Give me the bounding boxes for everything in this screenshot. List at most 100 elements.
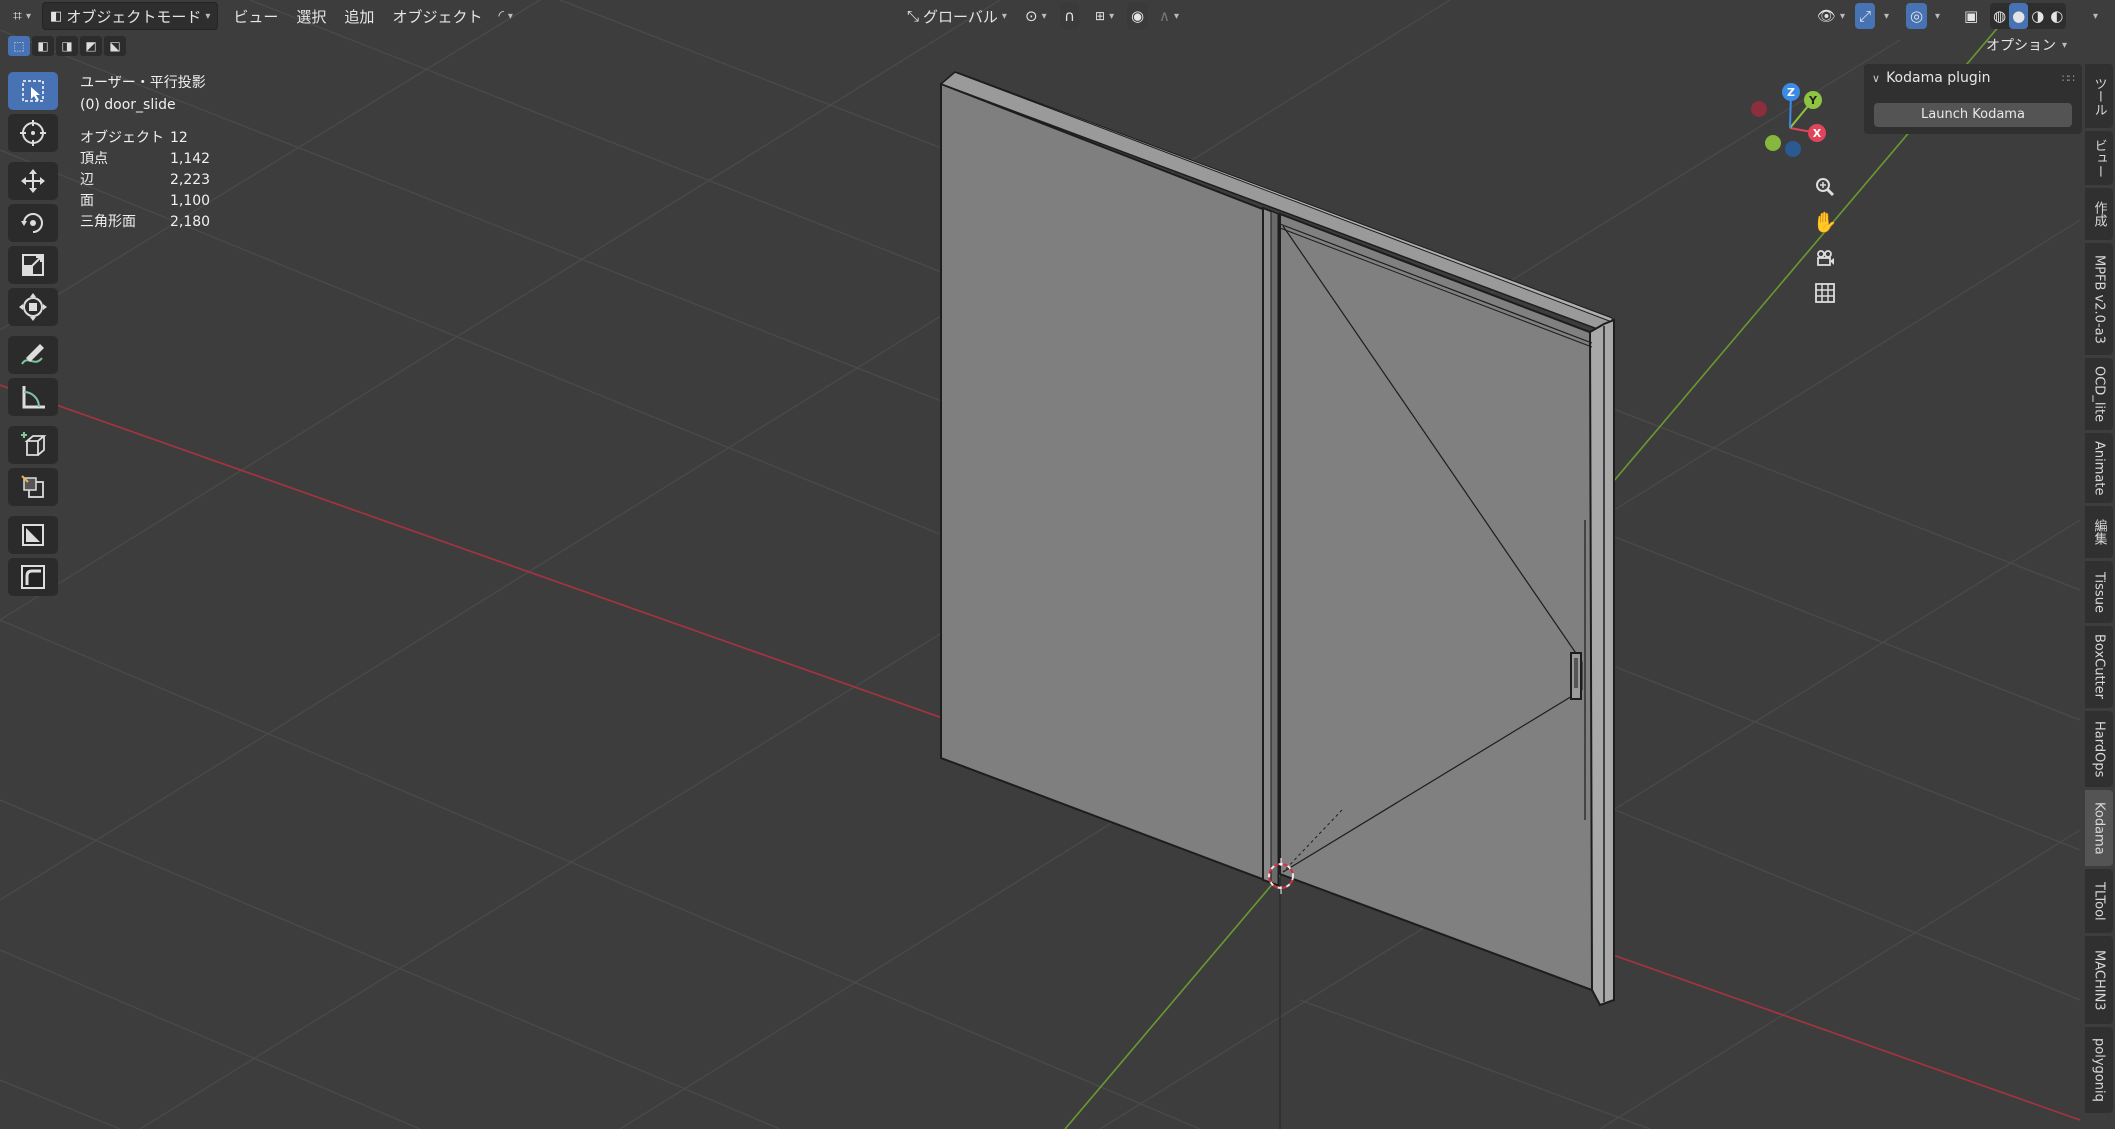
overlays-dropdown[interactable]: ▾: [1931, 3, 1944, 29]
stat-label: 辺: [80, 172, 94, 188]
camera-view-button[interactable]: [1810, 243, 1840, 273]
tool-move[interactable]: [8, 162, 58, 200]
select-subtract-button[interactable]: ◨: [56, 36, 78, 56]
3d-viewport[interactable]: [0, 0, 2115, 1129]
magnet-icon: ∩: [1064, 7, 1075, 25]
chevron-down-icon: ▾: [26, 10, 32, 22]
tool-boxcutter[interactable]: [8, 468, 58, 506]
rotate-icon: [21, 213, 43, 233]
chevron-down-icon: ▾: [507, 10, 513, 22]
tool-measure[interactable]: [8, 378, 58, 416]
overlays-toggle[interactable]: ◎: [1906, 3, 1928, 29]
tab-mpfb[interactable]: MPFB v2.0-a3: [2085, 243, 2113, 355]
tab-label: polygoniq: [2091, 1038, 2107, 1102]
tab-animate[interactable]: Animate: [2085, 433, 2113, 503]
tool-annotate[interactable]: [8, 336, 58, 374]
perspective-toggle-button[interactable]: [1810, 278, 1840, 308]
xray-toggle[interactable]: ▣: [1960, 3, 1982, 29]
zoom-button[interactable]: [1810, 172, 1840, 202]
tab-tltool[interactable]: TLTool: [2085, 869, 2113, 933]
gizmo-neg-x[interactable]: [1751, 101, 1767, 117]
gizmo-toggle[interactable]: ⤢: [1855, 3, 1876, 29]
select-intersect-button[interactable]: ⬕: [104, 36, 126, 56]
stat-label: 頂点: [80, 151, 108, 167]
stat-value: 1,142: [170, 151, 211, 167]
select-invert-button[interactable]: ◩: [80, 36, 102, 56]
tool-hardops[interactable]: [8, 516, 58, 554]
bevel-icon: [21, 565, 45, 589]
box-cutter-icon: [21, 475, 44, 498]
tool-transform[interactable]: [8, 288, 58, 326]
tool-scale[interactable]: [8, 246, 58, 284]
tab-ocd-lite[interactable]: OCD_lite: [2085, 358, 2113, 430]
tab-boxcutter[interactable]: BoxCutter: [2085, 626, 2113, 708]
kodama-panel: ∨ Kodama plugin ∷∷ Launch Kodama: [1864, 64, 2082, 134]
pivot-point-dropdown[interactable]: ⊙ ▾: [1018, 3, 1054, 29]
tool-add-cube[interactable]: [8, 426, 58, 464]
tab-label: 編集: [2091, 519, 2107, 545]
tool-cursor[interactable]: [8, 114, 58, 152]
tool-rotate[interactable]: [8, 204, 58, 242]
falloff-curve-icon: ∧: [1159, 7, 1170, 25]
tab-label: ツール: [2091, 76, 2107, 116]
gizmo-neg-y[interactable]: [1765, 135, 1781, 151]
chevron-down-icon: ▾: [1109, 10, 1115, 22]
chevron-down-icon: ▾: [1041, 10, 1047, 22]
add-cube-icon: [21, 432, 47, 456]
stat-row: 辺 2,223: [80, 170, 210, 191]
tool-bevel[interactable]: [8, 558, 58, 596]
tab-edit[interactable]: 編集: [2085, 506, 2113, 558]
panel-header[interactable]: ∨ Kodama plugin: [1872, 70, 1991, 86]
menu-select[interactable]: 選択: [287, 3, 335, 29]
gizmo-dropdown[interactable]: ▾: [1880, 3, 1893, 29]
wireframe-sphere-icon: ◍: [1993, 7, 2007, 25]
transform-orientation-dropdown[interactable]: ⤡ グローバル ▾: [900, 3, 1014, 29]
sidebar-tabs: ツール ビュー 作成 MPFB v2.0-a3 OCD_lite Animate…: [2085, 64, 2113, 1129]
menu-object[interactable]: オブジェクト: [383, 3, 491, 29]
menu-view[interactable]: ビュー: [224, 3, 287, 29]
tab-polygoniq[interactable]: polygoniq: [2085, 1027, 2113, 1113]
tab-tissue[interactable]: Tissue: [2085, 561, 2113, 623]
tool-select-box[interactable]: [8, 72, 58, 110]
tab-create[interactable]: 作成: [2085, 188, 2113, 240]
hand-icon: ✋: [1812, 210, 1838, 234]
wireframe-shading-button[interactable]: ◍: [1990, 3, 2009, 29]
tab-kodama[interactable]: Kodama: [2085, 790, 2113, 866]
transform-icon: [19, 293, 47, 321]
editor-type-button[interactable]: ⌗ ▾: [6, 3, 38, 29]
selection-mode-group: ⬚ ◧ ◨ ◩ ⬕: [8, 36, 126, 56]
select-extend-button[interactable]: ◧: [32, 36, 54, 56]
gizmo-neg-z[interactable]: [1785, 141, 1801, 157]
navigation-gizmo[interactable]: X Y Z: [1740, 78, 1840, 168]
tab-hardops[interactable]: HardOps: [2085, 711, 2113, 787]
launch-kodama-button[interactable]: Launch Kodama: [1874, 103, 2072, 127]
options-dropdown[interactable]: オプション ▾: [1978, 33, 2075, 57]
active-object-name: (0) door_slide: [80, 97, 176, 113]
cursor-icon: [20, 120, 46, 146]
pan-button[interactable]: ✋: [1810, 207, 1840, 237]
select-extend-icon: ◧: [37, 39, 49, 53]
material-sphere-icon: ◑: [2031, 7, 2045, 25]
shading-mode-group: ◍ ● ◑ ◐: [1990, 3, 2067, 29]
chevron-down-icon: ▾: [1173, 10, 1180, 22]
stat-value: 1,100: [170, 193, 211, 209]
menu-add[interactable]: 追加: [335, 3, 383, 29]
mode-dropdown[interactable]: ◧ オブジェクトモード ▾: [42, 2, 219, 30]
falloff-dropdown[interactable]: ∧ ▾: [1152, 3, 1186, 29]
tab-label: 作成: [2091, 201, 2107, 227]
snap-target-dropdown[interactable]: ⊞ ▾: [1088, 3, 1121, 29]
shading-curve-dropdown[interactable]: ◜ ▾: [491, 3, 519, 29]
proportional-editing-toggle[interactable]: ◉: [1127, 3, 1149, 29]
shading-dropdown[interactable]: ▾: [2090, 3, 2101, 29]
select-set-button[interactable]: ⬚: [8, 36, 30, 56]
stat-row: オブジェクト 12: [80, 128, 210, 149]
snap-toggle[interactable]: ∩: [1060, 3, 1079, 29]
drag-grip-icon[interactable]: ∷∷: [2062, 72, 2075, 85]
tab-tool[interactable]: ツール: [2085, 64, 2113, 128]
visibility-dropdown[interactable]: 👁 ▾: [1810, 3, 1852, 29]
material-shading-button[interactable]: ◑: [2028, 3, 2047, 29]
solid-shading-button[interactable]: ●: [2009, 3, 2029, 29]
tab-view[interactable]: ビュー: [2085, 131, 2113, 185]
rendered-shading-button[interactable]: ◐: [2047, 3, 2066, 29]
tab-machin3[interactable]: MACHIN3: [2085, 936, 2113, 1024]
